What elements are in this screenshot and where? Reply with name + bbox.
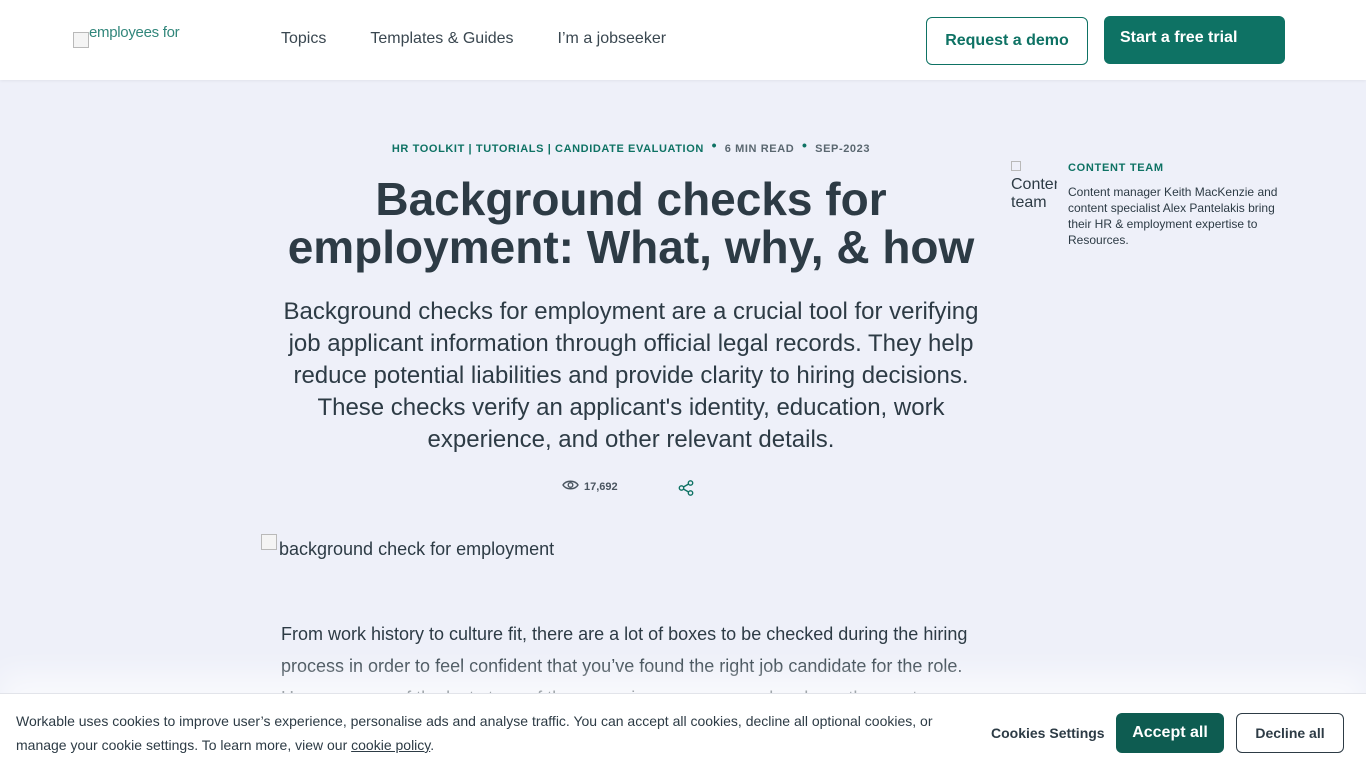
author-avatar: Content team <box>1011 158 1057 208</box>
start-free-trial-button[interactable]: Start a free trial <box>1104 16 1285 64</box>
broken-image-icon <box>73 32 89 48</box>
accept-all-button[interactable]: Accept all <box>1116 713 1224 753</box>
views-count: 17,692 <box>562 479 618 494</box>
broken-image-icon <box>1011 161 1021 171</box>
main-nav: Topics Templates & Guides I’m a jobseeke… <box>281 30 666 48</box>
article-meta: HR TOOLKIT | TUTORIALS | CANDIDATE EVALU… <box>281 137 981 155</box>
cookie-message-end: . <box>430 737 435 753</box>
decline-all-button[interactable]: Decline all <box>1236 713 1344 753</box>
meta-separator: • <box>711 137 718 153</box>
logo-text: employees for <box>89 24 180 41</box>
publish-date: SEP-2023 <box>815 143 871 155</box>
share-icon[interactable] <box>678 480 694 501</box>
article-stats: 17,692 <box>562 479 694 496</box>
cookie-policy-link[interactable]: cookie policy <box>351 737 430 753</box>
cookie-text: Workable uses cookies to improve user’s … <box>16 709 956 757</box>
page-title: Background checks for employment: What, … <box>287 173 975 273</box>
article-lead: Background checks for employment are a c… <box>283 298 979 453</box>
read-time: 6 MIN READ <box>724 143 795 155</box>
views-value: 17,692 <box>584 480 618 493</box>
article-categories[interactable]: HR TOOLKIT | TUTORIALS | CANDIDATE EVALU… <box>392 143 704 155</box>
cookie-banner: Workable uses cookies to improve user’s … <box>0 693 1366 768</box>
nav-templates-guides[interactable]: Templates & Guides <box>370 30 513 48</box>
eye-icon <box>562 479 579 494</box>
author-description: Content manager Keith MacKenzie and cont… <box>1068 185 1278 247</box>
site-logo[interactable]: employees for <box>73 24 203 48</box>
author-label[interactable]: CONTENT TEAM <box>1068 162 1164 174</box>
site-header: employees for Topics Templates & Guides … <box>0 0 1366 80</box>
request-demo-button[interactable]: Request a demo <box>926 17 1088 65</box>
meta-separator: • <box>801 137 808 153</box>
broken-image-icon <box>261 534 277 550</box>
cookies-settings-button[interactable]: Cookies Settings <box>991 725 1105 741</box>
hero-image-alt: background check for employment <box>279 539 555 559</box>
author-avatar-alt: Content team <box>1011 176 1057 208</box>
nav-topics[interactable]: Topics <box>281 30 326 48</box>
nav-jobseeker[interactable]: I’m a jobseeker <box>558 30 667 48</box>
hero-image: background check for employment <box>261 534 554 560</box>
cookie-message: Workable uses cookies to improve user’s … <box>16 713 933 753</box>
